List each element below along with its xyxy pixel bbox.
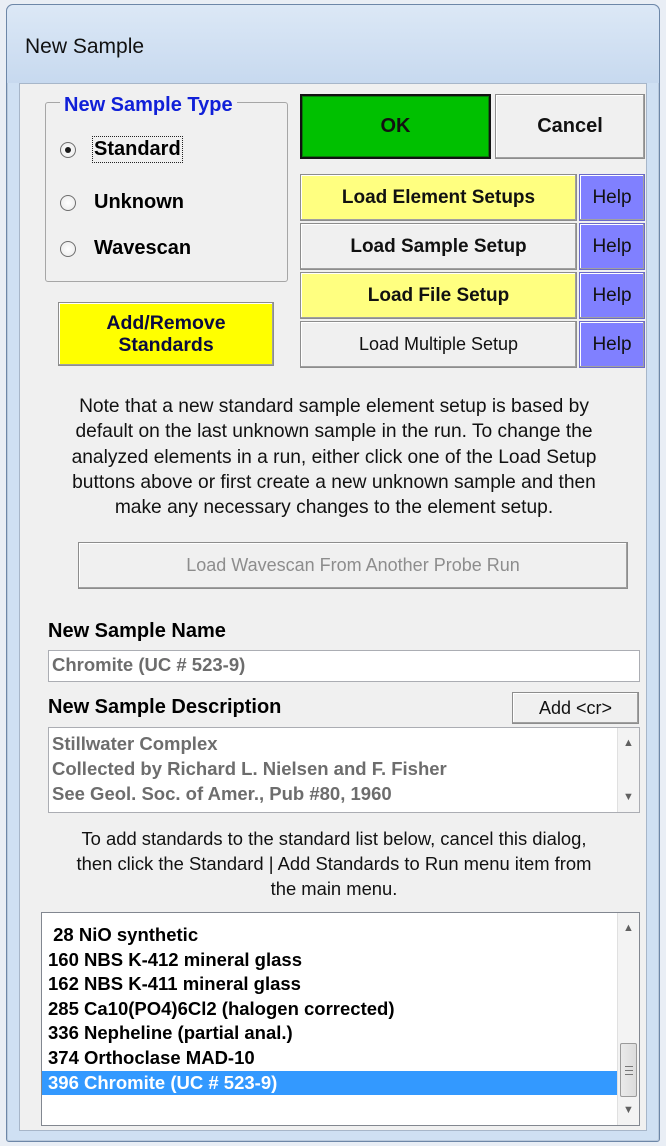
cancel-button[interactable]: Cancel (495, 94, 645, 159)
help-button-element-setups[interactable]: Help (579, 174, 645, 221)
list-item[interactable]: 374 Orthoclase MAD-10 (42, 1046, 639, 1071)
add-cr-button[interactable]: Add <cr> (512, 692, 639, 724)
load-file-setup-button[interactable]: Load File Setup (300, 272, 577, 319)
grip-line (625, 1066, 633, 1067)
standards-list[interactable]: 28 NiO synthetic 160 NBS K-412 mineral g… (41, 912, 640, 1126)
standards-note-line: To add standards to the standard list be… (81, 828, 587, 849)
help-button-label: Help (592, 186, 632, 208)
load-multiple-setup-button[interactable]: Load Multiple Setup (300, 321, 577, 368)
dialog-client-area: New Sample Type Standard Unknown Wavesca… (19, 83, 647, 1131)
window-title: New Sample (25, 35, 145, 58)
sample-description-label: New Sample Description (48, 696, 282, 718)
scroll-up-icon[interactable]: ▲ (618, 917, 639, 939)
setup-note-line: analyzed elements in a run, either click… (71, 446, 597, 468)
load-wavescan-button[interactable]: Load Wavescan From Another Probe Run (78, 542, 628, 589)
load-multiple-setup-label: Load Multiple Setup (358, 334, 519, 354)
help-button-multiple-setup[interactable]: Help (579, 321, 645, 368)
add-cr-label: Add <cr> (538, 697, 613, 718)
grip-line (625, 1070, 633, 1071)
help-button-label: Help (592, 284, 632, 306)
description-line: See Geol. Soc. of Amer., Pub #80, 1960 (52, 783, 392, 804)
help-button-file-setup[interactable]: Help (579, 272, 645, 319)
radio-unknown-label: Unknown (94, 191, 184, 213)
sample-type-group-label: New Sample Type (60, 94, 237, 117)
grip-line (625, 1074, 633, 1075)
setup-note-line: Note that a new standard sample element … (79, 396, 589, 417)
load-sample-setup-label: Load Sample Setup (350, 235, 527, 257)
cancel-button-label: Cancel (537, 115, 603, 137)
help-button-label: Help (592, 333, 632, 355)
description-line: Collected by Richard L. Nielsen and F. F… (52, 758, 447, 779)
setup-note-line: make any necessary changes to the elemen… (114, 497, 554, 519)
standards-list-scrollbar[interactable]: ▲ ▼ (617, 913, 639, 1125)
sample-name-label: New Sample Name (48, 620, 226, 642)
setup-note-line: default on the last unknown sample in th… (75, 421, 593, 443)
radio-unknown-indicator[interactable] (60, 194, 76, 211)
title-bar[interactable]: New Sample (7, 5, 659, 83)
scroll-up-icon[interactable]: ▲ (618, 732, 639, 754)
scroll-down-icon[interactable]: ▼ (618, 786, 639, 808)
add-remove-standards-button[interactable]: Add/Remove Standards (58, 302, 274, 366)
standards-note-line: the main menu. (270, 878, 398, 899)
add-remove-label-line2: Standards (118, 334, 214, 356)
radio-standard-label: Standard (92, 136, 183, 163)
description-line: Stillwater Complex (52, 733, 218, 754)
list-item-selected[interactable]: 396 Chromite (UC # 523-9) (42, 1070, 617, 1096)
radio-standard[interactable]: Standard (60, 136, 183, 163)
sample-name-input[interactable]: Chromite (UC # 523-9) (48, 650, 640, 682)
list-item[interactable]: 160 NBS K-412 mineral glass (42, 948, 639, 973)
sample-name-value: Chromite (UC # 523-9) (52, 654, 246, 675)
load-sample-setup-button[interactable]: Load Sample Setup (300, 223, 577, 270)
load-element-setups-label: Load Element Setups (341, 186, 536, 208)
radio-wavescan-label: Wavescan (94, 237, 192, 259)
list-item[interactable]: 28 NiO synthetic (42, 923, 639, 948)
standards-note-line: then click the Standard | Add Standards … (76, 853, 592, 874)
scroll-thumb[interactable] (620, 1043, 637, 1097)
radio-standard-indicator[interactable] (60, 141, 76, 158)
load-file-setup-label: Load File Setup (367, 284, 510, 306)
standards-note: To add standards to the standard list be… (20, 826, 648, 901)
setup-note: Note that a new standard sample element … (20, 394, 648, 520)
load-element-setups-button[interactable]: Load Element Setups (300, 174, 577, 221)
radio-wavescan[interactable]: Wavescan (60, 237, 191, 260)
ok-button-label: OK (380, 115, 411, 137)
list-item[interactable]: 162 NBS K-411 mineral glass (42, 972, 639, 997)
ok-button[interactable]: OK (300, 94, 491, 159)
list-item[interactable]: 336 Nepheline (partial anal.) (42, 1021, 639, 1046)
load-wavescan-label: Load Wavescan From Another Probe Run (186, 555, 520, 575)
description-scrollbar[interactable]: ▲ ▼ (617, 728, 639, 812)
list-item[interactable]: 285 Ca10(PO4)6Cl2 (halogen corrected) (42, 997, 639, 1022)
radio-unknown[interactable]: Unknown (60, 191, 184, 214)
help-button-sample-setup[interactable]: Help (579, 223, 645, 270)
sample-description-textarea[interactable]: Stillwater Complex Collected by Richard … (48, 727, 640, 813)
setup-note-line: buttons above or first create a new unkn… (72, 471, 596, 493)
dialog-window: New Sample New Sample Type Standard Unkn… (6, 4, 660, 1142)
help-button-label: Help (592, 235, 632, 257)
add-remove-label-line1: Add/Remove (106, 312, 226, 334)
radio-wavescan-indicator[interactable] (60, 240, 76, 257)
scroll-down-icon[interactable]: ▼ (618, 1099, 639, 1121)
